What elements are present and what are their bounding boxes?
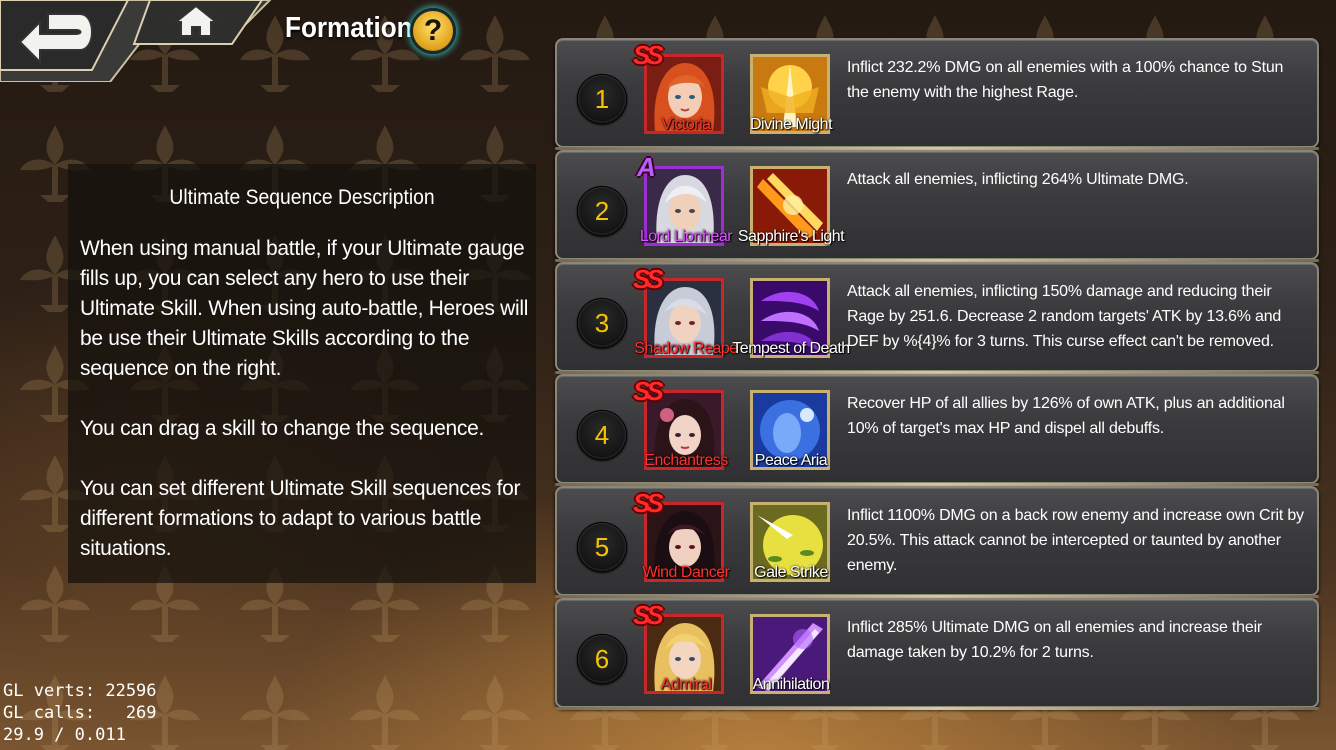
sequence-number: 1 xyxy=(577,74,627,124)
skill-effect-text: Inflict 1100% DMG on a back row enemy an… xyxy=(847,507,1304,574)
sequence-number: 4 xyxy=(577,410,627,460)
rank-badge-ss: SS xyxy=(633,600,664,630)
description-panel: Ultimate Sequence Description When using… xyxy=(68,164,536,583)
description-text: When using manual battle, if your Ultima… xyxy=(80,234,530,594)
back-button[interactable] xyxy=(10,8,100,68)
sequence-number: 6 xyxy=(577,634,627,684)
skill-name: Annihilation xyxy=(752,676,830,693)
skill-name: Divine Might xyxy=(749,116,833,133)
sequence-row-5[interactable]: 5 SS Wind Dancer Gale Strike Inflict 110… xyxy=(555,486,1319,598)
skill-name: Gale Strike xyxy=(754,564,828,581)
skill-effect-text: Attack all enemies, inflicting 264% Ulti… xyxy=(847,171,1189,188)
skill-effect-text: Inflict 232.2% DMG on all enemies with a… xyxy=(847,59,1284,101)
debug-line: GL verts: 22596 xyxy=(3,681,157,701)
sequence-number: 3 xyxy=(577,298,627,348)
sequence-row-2[interactable]: 2 A Lord Lionhear Sapphire's Light Attac… xyxy=(555,150,1319,262)
sequence-row-1[interactable]: 1 SS Victoria Divine Might Inflict 232.2… xyxy=(555,38,1319,150)
hero-name: Admiral xyxy=(660,676,712,693)
debug-overlay: GL verts: 22596 GL calls: 269 29.9 / 0.011 xyxy=(3,680,157,746)
home-button[interactable] xyxy=(170,2,222,42)
debug-line: 29.9 / 0.011 xyxy=(3,725,126,745)
rank-badge-ss: SS xyxy=(633,40,664,70)
hero-name: Shadow Reape xyxy=(634,340,738,357)
description-paragraph: You can set different Ultimate Skill seq… xyxy=(80,477,521,560)
skill-name: Peace Aria xyxy=(754,452,828,469)
page-title: Formation xyxy=(285,12,413,44)
hero-name: Enchantress xyxy=(644,452,728,469)
rank-badge-ss: SS xyxy=(633,488,664,518)
hero-name: Wind Dancer xyxy=(642,564,730,581)
sequence-number: 2 xyxy=(577,186,627,236)
sequence-row-4[interactable]: 4 SS Enchantress Peace Aria Recover HP o… xyxy=(555,374,1319,486)
help-button[interactable]: ? xyxy=(410,8,456,54)
rank-badge-a: A xyxy=(637,152,656,182)
hero-name: Victoria xyxy=(661,116,711,133)
description-title: Ultimate Sequence Description xyxy=(169,186,435,209)
description-paragraph: You can drag a skill to change the seque… xyxy=(80,417,484,440)
sequence-number: 5 xyxy=(577,522,627,572)
description-paragraph: When using manual battle, if your Ultima… xyxy=(80,237,529,380)
sequence-row-6[interactable]: 6 SS Admiral Annihilation Inflict 285% U… xyxy=(555,598,1319,710)
rank-badge-ss: SS xyxy=(633,264,664,294)
sequence-row-3[interactable]: 3 SS Shadow Reape Tempest of Death Attac… xyxy=(555,262,1319,374)
debug-line: GL calls: 269 xyxy=(3,703,157,723)
skill-name: Sapphire's Light xyxy=(737,228,845,245)
rank-badge-ss: SS xyxy=(633,376,664,406)
skill-name: Tempest of Death xyxy=(732,340,850,357)
back-arrow-icon xyxy=(18,13,93,65)
skill-effect-text: Attack all enemies, inflicting 150% dama… xyxy=(847,283,1282,350)
skill-effect-text: Inflict 285% Ultimate DMG on all enemies… xyxy=(847,619,1263,661)
home-icon xyxy=(173,4,219,37)
hero-name: Lord Lionhear xyxy=(639,228,733,245)
skill-effect-text: Recover HP of all allies by 126% of own … xyxy=(847,395,1285,437)
